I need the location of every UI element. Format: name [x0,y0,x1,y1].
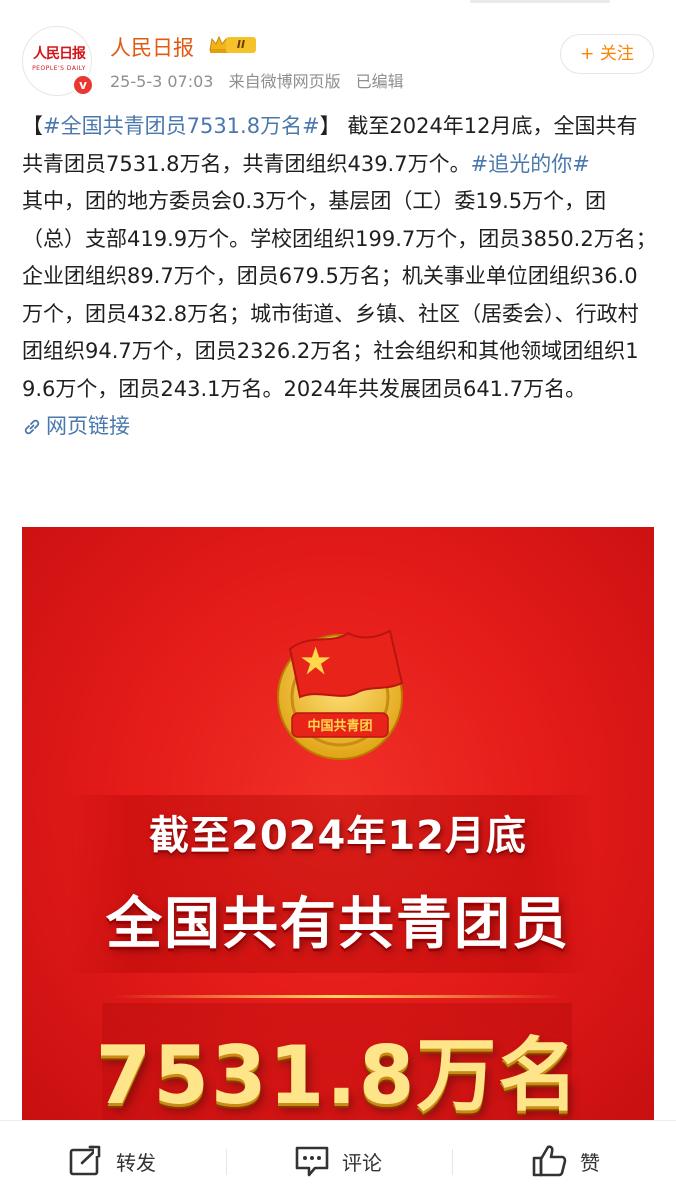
poster-number: 7531.8万名 [95,1029,581,1122]
repost-button[interactable]: 转发 [68,1143,156,1179]
avatar-logo-subtext: PEOPLE'S DAILY [32,65,86,72]
vip-badge[interactable]: II [208,34,258,54]
action-divider [452,1149,453,1175]
follow-button[interactable]: + 关注 [560,34,654,74]
topic-link-1[interactable]: #全国共青团员7531.8万名# [43,114,320,138]
post-image[interactable]: 中国共青团 截至2024年12月底 全国共有共青团员 7531.8万名 [22,527,654,1123]
web-link-label: 网页链接 [46,414,130,438]
comment-icon [295,1146,329,1177]
post-body: 【#全国共青团员7531.8万名#】 截至2024年12月底，全国共有共青团员7… [22,108,658,449]
account-name[interactable]: 人民日报 [110,32,194,62]
post-source: 来自微博网页版 [228,72,341,91]
post-meta: 25-5-3 07:03 来自微博网页版 已编辑 [110,68,414,92]
svg-text:中国共青团: 中国共青团 [307,718,372,734]
repost-label: 转发 [116,1150,156,1175]
topic-link-2[interactable]: #追光的你# [471,152,590,176]
status-indicator [470,0,610,3]
topic-bracket-close: 】 [319,114,341,138]
emblem-icon: 中国共青团 [277,629,404,760]
comment-label: 评论 [342,1150,382,1175]
post-header: 人民日报 PEOPLE'S DAILY v 人民日报 II 25-5-3 07:… [22,24,654,96]
post-timestamp: 25-5-3 07:03 [110,72,214,91]
vip-level: II [226,37,256,53]
web-link[interactable]: 网页链接 [22,408,130,446]
action-divider [226,1149,227,1175]
poster-line-2: 全国共有共青团员 [106,892,570,957]
post-paragraph-2: 其中，团的地方委员会0.3万个，基层团（工）委19.5万个，团（总）支部419.… [22,189,657,401]
like-button[interactable]: 赞 [532,1143,600,1179]
edited-label: 已编辑 [355,72,404,91]
verified-icon: v [72,74,94,96]
status-strip [0,0,676,4]
avatar-logo-text: 人民日报 [33,46,86,62]
link-icon [24,419,40,434]
comment-button[interactable]: 评论 [294,1143,382,1179]
like-icon [532,1145,567,1177]
repost-icon [69,1144,104,1176]
poster-line-1: 截至2024年12月底 [149,813,527,859]
post-paragraph-3: 网页链接 [22,408,658,449]
gold-divider [112,995,562,998]
action-bar: 转发 评论 赞 [0,1120,676,1200]
like-label: 赞 [580,1150,600,1175]
post-paragraph-1: 【#全国共青团员7531.8万名#】 截至2024年12月底，全国共有共青团员7… [22,108,658,183]
topic-bracket-open: 【 [22,114,43,138]
